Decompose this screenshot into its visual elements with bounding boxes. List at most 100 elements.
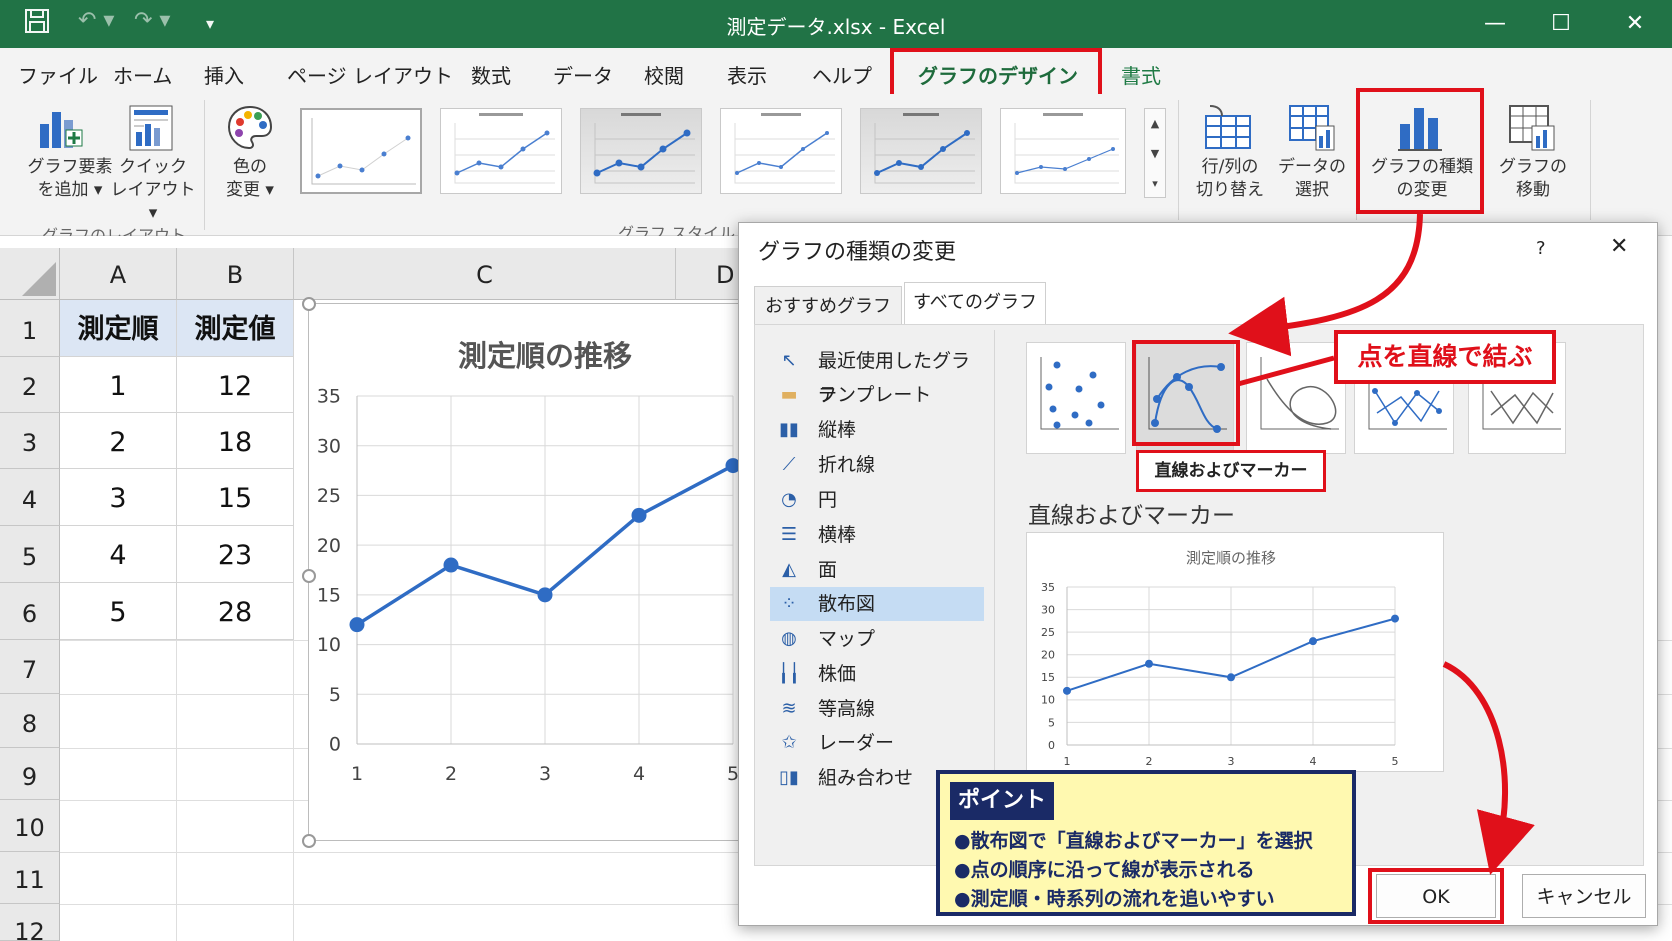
subtype-smooth-lines[interactable] [1246, 342, 1346, 454]
menu-review[interactable]: 校閲 [644, 60, 684, 89]
cell-a6[interactable]: 5 [60, 583, 177, 640]
row-header[interactable]: 12 [0, 904, 60, 941]
tab-recommended[interactable]: おすすめグラフ [754, 286, 902, 324]
recent-chart-icon: ↖ [781, 350, 797, 371]
menu-help[interactable]: ヘルプ [812, 60, 872, 89]
quick-layout-button[interactable]: クイック レイアウト ▾ [104, 156, 202, 225]
category-templates[interactable]: ▬ テンプレート [770, 378, 984, 412]
row-header[interactable]: 6 [0, 583, 60, 640]
point-line: ●散布図で「直線およびマーカー」を選択 [954, 830, 1313, 852]
dialog-close-button[interactable]: ✕ [1610, 234, 1628, 259]
chart-style-4[interactable] [720, 108, 842, 194]
y-tick-label: 20 [1041, 649, 1055, 662]
row-header[interactable]: 1 [0, 300, 60, 357]
cell-a5[interactable]: 4 [60, 526, 177, 583]
cell-a2[interactable]: 1 [60, 357, 177, 413]
row-header[interactable]: 2 [0, 357, 60, 413]
menu-home[interactable]: ホーム [113, 60, 172, 89]
category-surface[interactable]: ≋ 等高線 [770, 692, 984, 726]
y-tick-label: 5 [1048, 716, 1055, 729]
chart-style-3[interactable] [580, 108, 702, 194]
maximize-button[interactable]: ☐ [1526, 0, 1596, 48]
cell-b2[interactable]: 12 [177, 357, 294, 413]
point-title: ポイント [950, 782, 1054, 820]
resize-handle[interactable] [302, 569, 316, 583]
category-bar[interactable]: ☰ 横棒 [770, 518, 984, 552]
cell-b4[interactable]: 15 [177, 469, 294, 526]
row-header[interactable]: 4 [0, 469, 60, 526]
subtype-tooltip: 直線およびマーカー [1136, 450, 1326, 492]
category-pie[interactable]: ◔ 円 [770, 483, 984, 517]
switch-row-column-icon[interactable] [1204, 104, 1252, 154]
resize-handle[interactable] [302, 834, 316, 848]
bar-chart-icon: ☰ [780, 524, 798, 545]
row-header[interactable]: 8 [0, 694, 60, 748]
folder-icon: ▬ [780, 384, 798, 405]
cancel-button[interactable]: キャンセル [1522, 874, 1646, 918]
move-chart-button[interactable]: グラフの 移動 [1488, 156, 1578, 202]
chart-area[interactable]: 測定順の推移 0 5 10 15 20 25 30 35 1 2 3 4 5 [308, 303, 764, 841]
minimize-button[interactable]: — [1460, 0, 1530, 48]
menu-view[interactable]: 表示 [727, 60, 767, 89]
cell-b3[interactable]: 18 [177, 413, 294, 469]
select-data-button[interactable]: データの 選択 [1272, 156, 1352, 202]
menu-formulas[interactable]: 数式 [471, 60, 511, 89]
tab-all-charts[interactable]: すべてのグラフ [904, 282, 1046, 326]
change-colors-button[interactable]: 色の 変更 ▾ [212, 156, 288, 202]
subtype-markers-only[interactable] [1026, 342, 1126, 454]
data-point [631, 507, 647, 523]
dialog-help-button[interactable]: ? [1536, 238, 1546, 259]
palette-icon[interactable] [226, 104, 274, 156]
menu-file[interactable]: ファイル [18, 60, 98, 89]
preview-chart: 測定順の推移 0 5 10 15 20 25 30 35 1 2 3 4 5 [1026, 532, 1444, 772]
add-chart-element-icon[interactable] [36, 104, 86, 156]
row-header[interactable]: 7 [0, 640, 60, 694]
category-radar[interactable]: ✩ レーダー [770, 726, 984, 760]
category-recent[interactable]: ↖ 最近使用したグラフ [770, 344, 984, 406]
cell-b5[interactable]: 23 [177, 526, 294, 583]
chart-style-5[interactable] [860, 108, 982, 194]
y-tick-label: 20 [317, 535, 341, 557]
quick-layout-icon[interactable] [128, 104, 174, 156]
category-line[interactable]: ⟋ 折れ線 [770, 448, 984, 482]
column-header-c[interactable]: C [294, 248, 676, 300]
row-header[interactable]: 10 [0, 800, 60, 852]
cell-b1[interactable]: 測定値 [177, 300, 294, 357]
select-data-icon[interactable] [1288, 104, 1336, 156]
row-header[interactable]: 11 [0, 852, 60, 904]
point-line: ●測定順・時系列の流れを追いやすい [954, 888, 1275, 910]
move-chart-icon[interactable] [1508, 104, 1556, 156]
column-header-a[interactable]: A [60, 248, 177, 300]
y-tick-label: 15 [317, 585, 341, 607]
category-area[interactable]: ◭ 面 [770, 553, 984, 587]
chart-style-2[interactable] [440, 108, 562, 194]
resize-handle[interactable] [302, 297, 316, 311]
ribbon-separator [1590, 100, 1591, 220]
scatter-markers-icon [1040, 357, 1119, 430]
cell-a4[interactable]: 3 [60, 469, 177, 526]
menu-insert[interactable]: 挿入 [204, 60, 244, 89]
row-header[interactable]: 9 [0, 748, 60, 800]
combo-chart-icon: ▯▮ [779, 767, 799, 788]
switch-row-column-button[interactable]: 行/列の 切り替え [1190, 156, 1270, 202]
dialog-title: グラフの種類の変更 [758, 240, 957, 265]
chart-style-6[interactable] [1000, 108, 1126, 194]
gallery-scroll[interactable]: ▲ ▼ ▾ [1144, 108, 1166, 198]
category-scatter[interactable]: ⁘ 散布図 [770, 587, 984, 621]
menu-page-layout[interactable]: ページ レイアウト [287, 60, 453, 89]
menu-data[interactable]: データ [553, 60, 613, 89]
cell-a1[interactable]: 測定順 [60, 300, 177, 357]
category-stock[interactable]: ╽╽ 株価 [770, 657, 984, 691]
close-button[interactable]: ✕ [1600, 0, 1670, 48]
category-map[interactable]: ◍ マップ [770, 622, 984, 656]
row-header[interactable]: 5 [0, 526, 60, 583]
select-all-corner[interactable] [0, 248, 60, 300]
category-column[interactable]: ▮▮ 縦棒 [770, 413, 984, 447]
column-header-b[interactable]: B [177, 248, 294, 300]
cell-b6[interactable]: 28 [177, 583, 294, 640]
chart-style-1[interactable] [300, 108, 422, 194]
change-chart-type-highlight [1356, 88, 1484, 214]
menu-format[interactable]: 書式 [1121, 60, 1161, 89]
row-header[interactable]: 3 [0, 413, 60, 469]
cell-a3[interactable]: 2 [60, 413, 177, 469]
